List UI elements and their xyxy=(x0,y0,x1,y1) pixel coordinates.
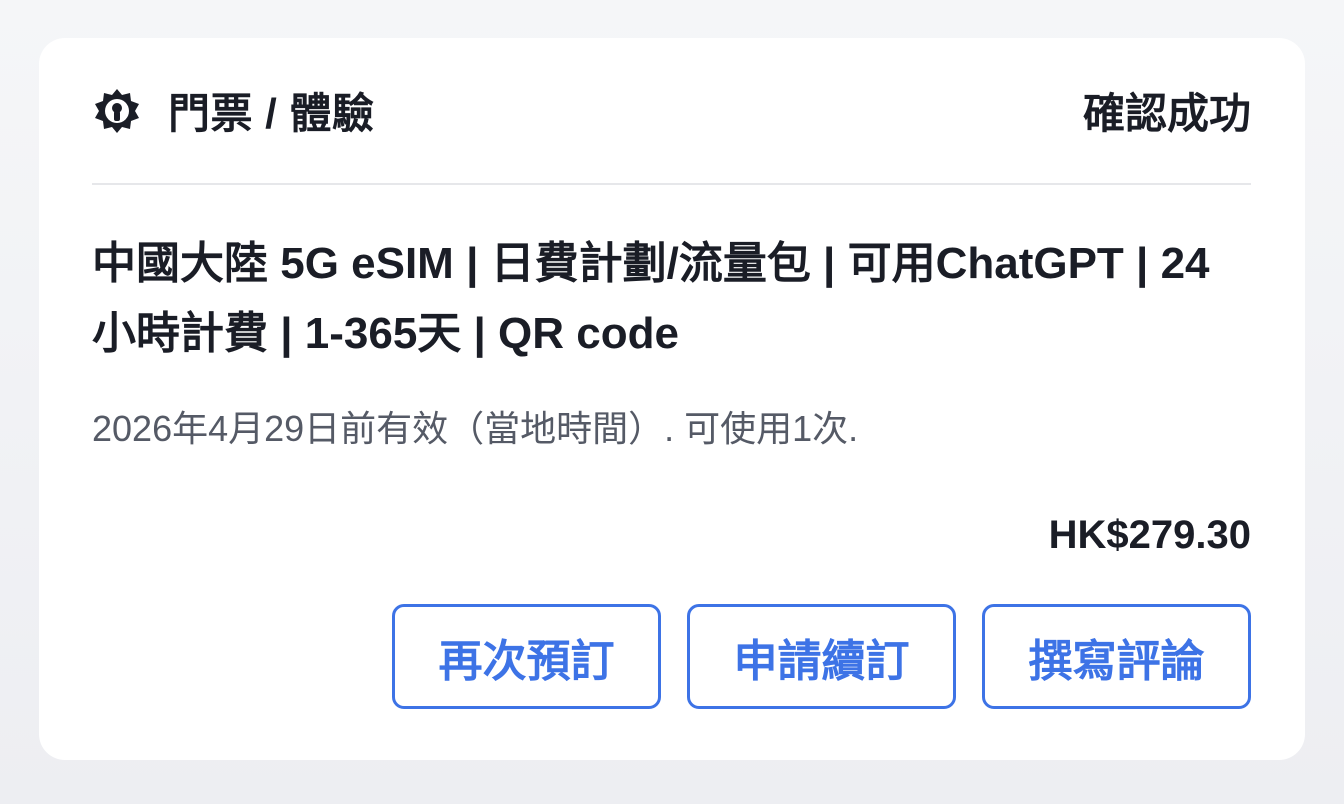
card-header: 門票 / 體驗 確認成功 xyxy=(92,38,1251,185)
booking-card[interactable]: 門票 / 體驗 確認成功 中國大陸 5G eSIM | 日費計劃/流量包 | 可… xyxy=(39,38,1305,760)
renew-button[interactable]: 申請續訂 xyxy=(687,604,956,709)
rebook-button[interactable]: 再次預訂 xyxy=(392,604,661,709)
validity-text: 2026年4月29日前有效（當地時間）. 可使用1次. xyxy=(92,408,859,449)
ticket-gear-icon xyxy=(92,86,142,136)
write-review-button[interactable]: 撰寫評論 xyxy=(982,604,1251,709)
product-title[interactable]: 中國大陸 5G eSIM | 日費計劃/流量包 | 可用ChatGPT | 24… xyxy=(92,229,1252,369)
category-label: 門票 / 體驗 xyxy=(168,90,375,137)
category: 門票 / 體驗 xyxy=(92,80,375,141)
action-buttons: 再次預訂 申請續訂 撰寫評論 xyxy=(392,604,1251,709)
price: HK$279.30 xyxy=(1048,513,1251,557)
booking-status: 確認成功 xyxy=(1082,90,1251,137)
